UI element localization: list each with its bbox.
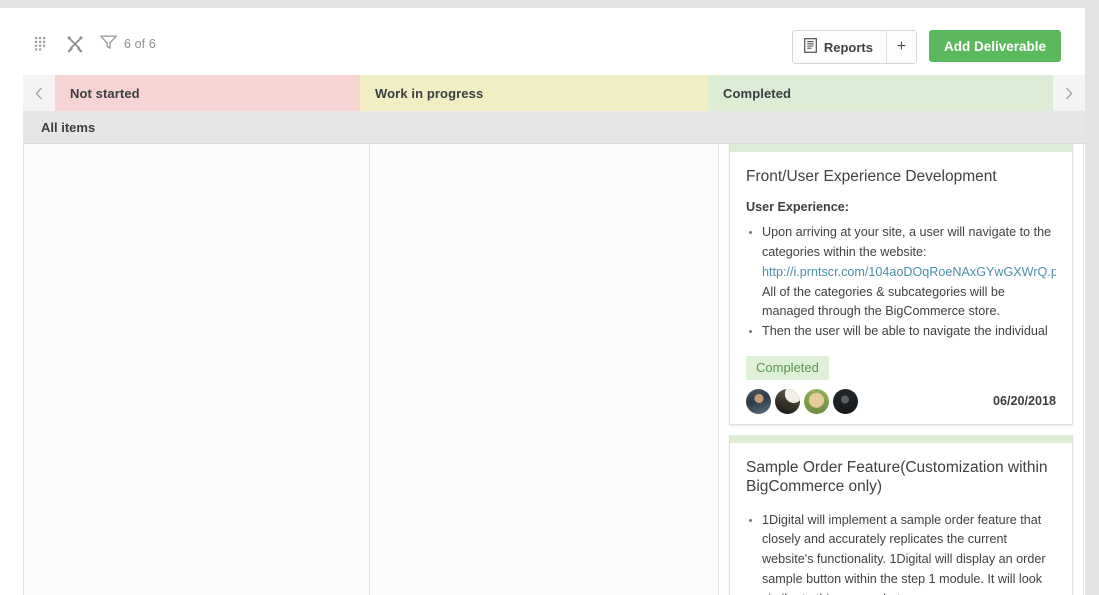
- app-root: 6 of 6: [0, 0, 1099, 595]
- column-header-work-in-progress[interactable]: Work in progress: [360, 75, 708, 111]
- card-due-date: 06/20/2018: [993, 394, 1056, 408]
- reports-button[interactable]: Reports: [793, 31, 886, 63]
- list-item: 1Digital will implement a sample order f…: [762, 511, 1056, 595]
- column-body-work-in-progress[interactable]: [370, 144, 719, 595]
- page-right-gutter: [1085, 0, 1099, 595]
- column-header-completed[interactable]: Completed: [708, 75, 1053, 111]
- bullet-line: closely and accurately replicates the cu…: [762, 530, 1056, 550]
- kanban-board: Not started Work in progress Completed A…: [23, 75, 1085, 595]
- filter-control[interactable]: 6 of 6: [100, 35, 156, 54]
- deliverable-card[interactable]: Sample Order Feature(Customization withi…: [729, 435, 1073, 595]
- card-bullet-list: Upon arriving at your site, a user will …: [746, 223, 1056, 342]
- board-scroll-left-button[interactable]: [23, 75, 55, 111]
- board-scroll-right-button[interactable]: [1053, 75, 1085, 111]
- list-item: Then the user will be able to navigate t…: [762, 322, 1056, 342]
- crossed-tools-icon[interactable]: [58, 30, 92, 58]
- column-body-not-started[interactable]: [23, 144, 370, 595]
- card-badge-row: Completed: [746, 356, 1056, 380]
- assignee-avatars: [746, 389, 858, 414]
- card-footer: 06/20/2018: [746, 389, 1056, 414]
- add-deliverable-button[interactable]: Add Deliverable: [929, 30, 1061, 62]
- reports-button-group: Reports +: [792, 30, 917, 64]
- bullet-line: 1Digital will implement a sample order f…: [762, 511, 1056, 531]
- card-bullet-list: 1Digital will implement a sample order f…: [746, 511, 1056, 595]
- reports-button-label: Reports: [824, 40, 873, 55]
- column-body-completed[interactable]: Front/User Experience Development User E…: [719, 144, 1084, 595]
- card-status-accent: [730, 144, 1072, 152]
- card-title: Front/User Experience Development: [746, 167, 1056, 186]
- page-top-gutter: [0, 0, 1099, 8]
- bullet-line: Then the user will be able to navigate t…: [762, 322, 1056, 342]
- bullet-line: All of the categories & subcategories wi…: [762, 283, 1056, 303]
- card-title: Sample Order Feature(Customization withi…: [746, 458, 1056, 497]
- add-report-button[interactable]: +: [886, 31, 916, 63]
- status-badge: Completed: [746, 356, 829, 380]
- bullet-line: Upon arriving at your site, a user will …: [762, 223, 1056, 243]
- deliverable-card[interactable]: Front/User Experience Development User E…: [729, 144, 1073, 425]
- avatar[interactable]: [775, 389, 800, 414]
- filter-count-label: 6 of 6: [124, 37, 156, 51]
- bullet-line: similar to this screenshot:: [762, 590, 1056, 595]
- avatar[interactable]: [746, 389, 771, 414]
- column-header-row: Not started Work in progress Completed: [23, 75, 1085, 111]
- bullet-line: categories within the website:: [762, 243, 1056, 263]
- top-toolbar: 6 of 6: [0, 8, 1085, 66]
- avatar[interactable]: [804, 389, 829, 414]
- bullet-line: managed through the BigCommerce store.: [762, 302, 1056, 322]
- avatar[interactable]: [833, 389, 858, 414]
- toolbar-right-group: Reports + Add Deliverable: [792, 30, 1061, 64]
- column-header-label: Completed: [723, 86, 791, 101]
- report-document-icon: [804, 38, 817, 56]
- card-status-accent: [730, 435, 1072, 443]
- page-surface: 6 of 6: [0, 8, 1085, 595]
- list-item: Upon arriving at your site, a user will …: [762, 223, 1056, 322]
- swimlane-label: All items: [41, 120, 95, 135]
- card-subheading: User Experience:: [746, 200, 1056, 214]
- grid-dots-icon[interactable]: [24, 30, 58, 58]
- bullet-line: sample button within the step 1 module. …: [762, 570, 1056, 590]
- filter-funnel-icon: [100, 35, 117, 54]
- column-bodies: Front/User Experience Development User E…: [23, 144, 1085, 595]
- column-header-label: Not started: [70, 86, 140, 101]
- swimlane-header[interactable]: All items: [23, 111, 1085, 144]
- screenshot-link[interactable]: http://i.prntscr.com/104aoDOqRoeNAxGYwGX…: [762, 263, 1056, 283]
- column-header-not-started[interactable]: Not started: [55, 75, 360, 111]
- bullet-line: website's functionality. 1Digital will d…: [762, 550, 1056, 570]
- toolbar-left-group: 6 of 6: [24, 30, 156, 58]
- column-header-label: Work in progress: [375, 86, 483, 101]
